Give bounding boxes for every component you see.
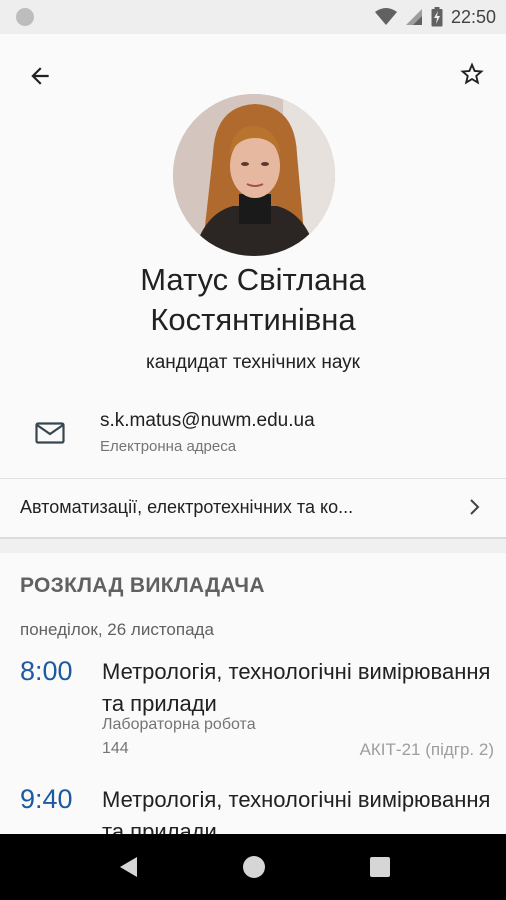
portrait-image <box>173 94 335 256</box>
back-button[interactable] <box>22 58 58 94</box>
wifi-icon <box>374 8 397 25</box>
favorite-button[interactable] <box>454 56 490 92</box>
nav-back-icon[interactable] <box>118 856 138 878</box>
department-row[interactable]: Автоматизації, електротехнічних та ко... <box>0 479 506 537</box>
notification-dot-icon <box>16 8 34 26</box>
status-icons: 22:50 <box>374 5 496 29</box>
mail-icon <box>34 420 66 446</box>
academic-degree: кандидат технічних наук <box>145 352 360 373</box>
email-label: Електронна адреса <box>100 438 237 455</box>
lesson-room: 144 <box>102 740 129 757</box>
star-outline-icon <box>460 62 484 85</box>
lesson-subject: Метрологія, технологічні вимірювання та … <box>102 659 491 716</box>
teacher-name-line2: Костянтинівна <box>150 302 356 337</box>
nav-recents-icon[interactable] <box>370 857 390 877</box>
arrow-back-icon <box>31 67 49 85</box>
signal-icon <box>405 9 422 25</box>
lesson-subject: Метрологія, технологічні вимірювання та … <box>102 787 491 834</box>
department-name: Автоматизації, електротехнічних та ко... <box>20 497 354 517</box>
avatar <box>173 94 335 256</box>
lesson-type: Лабораторна робота <box>102 716 256 733</box>
navigation-bar <box>0 834 506 900</box>
email-value: s.k.matus@nuwm.edu.ua <box>100 410 315 431</box>
lesson-item[interactable]: 8:00 Метрологія, технологічні вимірюванн… <box>0 656 506 766</box>
email-row[interactable]: s.k.matus@nuwm.edu.ua Електронна адреса <box>0 402 506 466</box>
nav-home-icon[interactable] <box>243 856 265 878</box>
chevron-right-icon <box>462 495 486 519</box>
lesson-item[interactable]: 9:40 Метрологія, технологічні вимірюванн… <box>0 784 506 834</box>
section-gap <box>0 539 506 553</box>
teacher-profile-screen: Матус Світлана Костянтинівна кандидат те… <box>0 34 506 834</box>
lesson-time: 8:00 <box>20 656 73 686</box>
battery-charging-icon <box>431 7 443 27</box>
status-bar: 22:50 <box>0 0 506 34</box>
schedule-date: понеділок, 26 листопада <box>20 620 214 639</box>
schedule-title: РОЗКЛАД ВИКЛАДАЧА <box>20 574 265 597</box>
status-time: 22:50 <box>450 6 496 27</box>
lesson-group: АКІТ-21 (підгр. 2) <box>359 740 494 759</box>
lesson-time: 9:40 <box>20 784 73 814</box>
teacher-name: Матус Світлана Костянтинівна <box>0 260 506 340</box>
teacher-name-line1: Матус Світлана <box>140 262 366 297</box>
